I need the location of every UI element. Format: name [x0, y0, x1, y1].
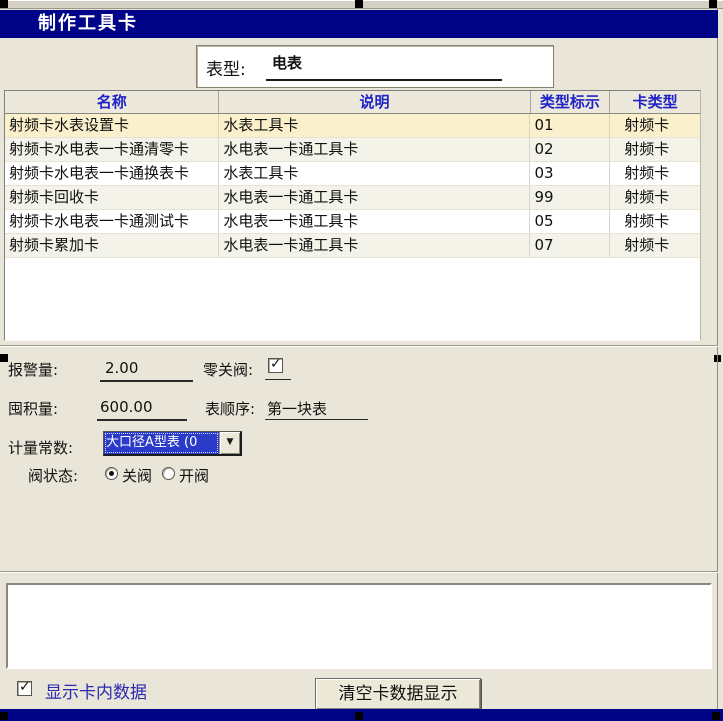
valve-state-label: 阀状态:	[28, 465, 78, 486]
table-row[interactable]: 射频卡水电表一卡通换表卡水表工具卡03射频卡	[5, 162, 700, 186]
valve-radio-close[interactable]	[105, 467, 118, 480]
table-cell[interactable]: 05	[530, 210, 610, 233]
grid-header-type-code[interactable]: 类型标示	[531, 91, 611, 113]
field-underline	[265, 379, 291, 380]
metering-constant-value[interactable]: 大口径A型表 (0	[104, 432, 219, 454]
table-row[interactable]: 射频卡水表设置卡水表工具卡01射频卡	[5, 114, 700, 138]
grid-header-row: 名称 说明 类型标示 卡类型	[5, 91, 700, 114]
table-cell[interactable]: 射频卡	[610, 138, 700, 161]
title-bar: 制作工具卡	[0, 10, 718, 38]
field-underline	[266, 79, 502, 81]
section-divider	[0, 571, 718, 573]
resize-handle-top-center[interactable]	[355, 0, 363, 8]
table-row[interactable]: 射频卡水电表一卡通测试卡水电表一卡通工具卡05射频卡	[5, 210, 700, 234]
grid-header-name[interactable]: 名称	[5, 91, 219, 113]
table-cell[interactable]: 99	[530, 186, 610, 209]
table-cell[interactable]: 射频卡回收卡	[5, 186, 219, 209]
resize-handle-top-right[interactable]	[709, 0, 717, 8]
check-icon: ✓	[19, 679, 31, 695]
resize-handle-top-left[interactable]	[0, 0, 8, 8]
grid-header-card-type[interactable]: 卡类型	[610, 91, 700, 113]
meter-order-value[interactable]: 第一块表	[267, 398, 327, 419]
table-cell[interactable]: 射频卡水电表一卡通测试卡	[5, 210, 219, 233]
alarm-amount-label: 报警量:	[8, 359, 58, 380]
table-cell[interactable]: 射频卡	[610, 210, 700, 233]
table-cell[interactable]: 射频卡水电表一卡通清零卡	[5, 138, 219, 161]
table-cell[interactable]: 射频卡水表设置卡	[5, 114, 219, 137]
table-cell[interactable]: 射频卡	[610, 186, 700, 209]
resize-handle-bottom-center[interactable]	[355, 712, 363, 720]
table-cell[interactable]: 水表工具卡	[219, 114, 530, 137]
meter-type-box: 表型: 电表	[196, 45, 554, 88]
make-tool-card-window: 制作工具卡 表型: 电表 名称 说明 类型标示 卡类型 射频卡水表设置卡水表工具…	[0, 0, 723, 721]
form-right-edge	[717, 9, 718, 709]
table-cell[interactable]: 水表工具卡	[219, 162, 530, 185]
valve-radio-open[interactable]	[162, 467, 175, 480]
meter-type-value[interactable]: 电表	[272, 52, 302, 73]
table-cell[interactable]: 水电表一卡通工具卡	[219, 234, 530, 257]
field-underline	[97, 419, 187, 421]
table-cell[interactable]: 射频卡	[610, 162, 700, 185]
table-cell[interactable]: 水电表一卡通工具卡	[219, 210, 530, 233]
table-cell[interactable]: 射频卡水电表一卡通换表卡	[5, 162, 219, 185]
table-cell[interactable]: 01	[530, 114, 610, 137]
hoard-amount-label: 囤积量:	[8, 398, 58, 419]
table-cell[interactable]: 射频卡累加卡	[5, 234, 219, 257]
chevron-down-icon: ▼	[227, 437, 234, 447]
show-data-checkbox[interactable]: ✓	[17, 681, 32, 696]
table-row[interactable]: 射频卡回收卡水电表一卡通工具卡99射频卡	[5, 186, 700, 210]
zero-valve-checkbox[interactable]: ✓	[268, 358, 283, 373]
grid-header-description[interactable]: 说明	[219, 91, 530, 113]
table-cell[interactable]: 02	[530, 138, 610, 161]
table-cell[interactable]: 射频卡	[610, 114, 700, 137]
alarm-amount-value[interactable]: 2.00	[105, 359, 138, 377]
field-underline	[265, 419, 368, 420]
metering-constant-combobox[interactable]: 大口径A型表 (0 ▼	[103, 431, 242, 456]
table-cell[interactable]: 03	[530, 162, 610, 185]
table-row[interactable]: 射频卡水电表一卡通清零卡水电表一卡通工具卡02射频卡	[5, 138, 700, 162]
check-icon: ✓	[270, 356, 282, 372]
table-cell[interactable]: 水电表一卡通工具卡	[219, 138, 530, 161]
table-cell[interactable]: 水电表一卡通工具卡	[219, 186, 530, 209]
grid-body: 射频卡水表设置卡水表工具卡01射频卡射频卡水电表一卡通清零卡水电表一卡通工具卡0…	[5, 114, 700, 258]
table-row[interactable]: 射频卡累加卡水电表一卡通工具卡07射频卡	[5, 234, 700, 258]
meter-type-label: 表型:	[206, 55, 246, 80]
meter-order-label: 表顺序:	[205, 398, 255, 419]
zero-close-valve-label: 零关阀:	[203, 359, 253, 380]
combobox-dropdown-button[interactable]: ▼	[219, 432, 240, 454]
valve-open-label[interactable]: 开阀	[179, 465, 209, 486]
show-data-label[interactable]: 显示卡内数据	[45, 678, 147, 703]
valve-close-label[interactable]: 关阀	[122, 465, 152, 486]
table-cell[interactable]: 07	[530, 234, 610, 257]
table-cell[interactable]: 射频卡	[610, 234, 700, 257]
resize-handle-middle-left[interactable]	[0, 354, 8, 362]
card-data-output[interactable]	[6, 583, 712, 669]
clear-card-data-button[interactable]: 清空卡数据显示	[315, 678, 481, 710]
metering-constant-label: 计量常数:	[8, 437, 73, 458]
section-divider	[0, 345, 718, 347]
page-title: 制作工具卡	[38, 13, 138, 34]
resize-handle-bottom-left[interactable]	[0, 712, 8, 720]
card-type-grid: 名称 说明 类型标示 卡类型 射频卡水表设置卡水表工具卡01射频卡射频卡水电表一…	[4, 90, 701, 341]
hoard-amount-value[interactable]: 600.00	[100, 398, 153, 416]
field-underline	[100, 380, 193, 382]
resize-handle-bottom-right[interactable]	[712, 712, 720, 720]
